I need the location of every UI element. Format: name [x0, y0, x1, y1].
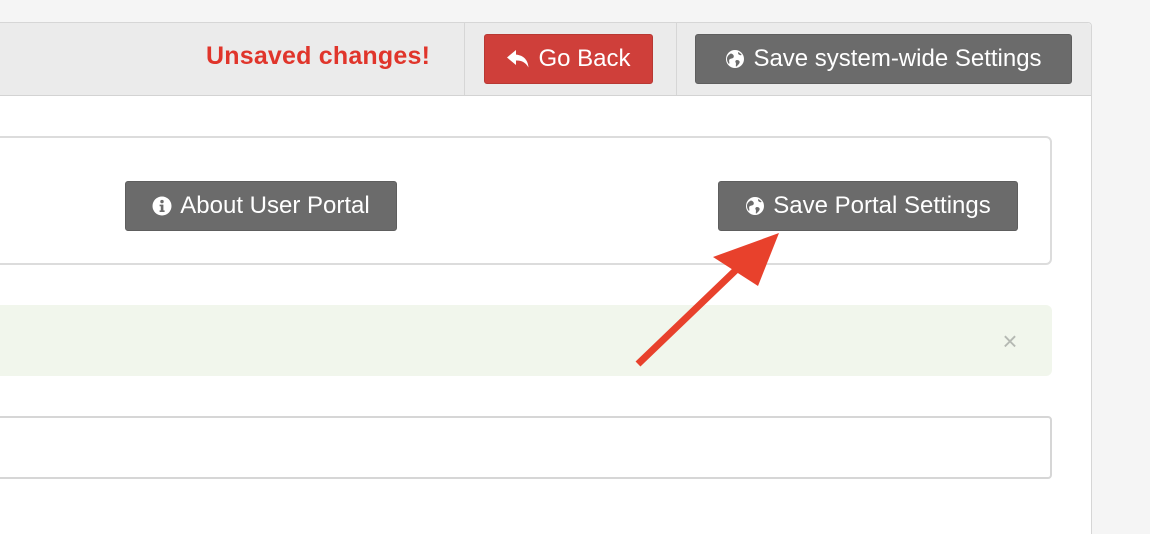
about-user-portal-label: About User Portal: [180, 192, 370, 219]
close-icon[interactable]: ×: [1000, 328, 1020, 354]
toolbar-divider: [676, 23, 677, 95]
text-input-field[interactable]: [0, 416, 1052, 479]
success-alert: [0, 305, 1052, 376]
reply-icon: [506, 48, 530, 70]
globe-icon: [745, 196, 765, 216]
unsaved-changes-status: Unsaved changes!: [206, 42, 431, 70]
save-system-settings-label: Save system-wide Settings: [753, 45, 1042, 72]
go-back-button[interactable]: Go Back: [484, 34, 653, 84]
save-portal-settings-label: Save Portal Settings: [773, 192, 991, 219]
save-system-settings-button[interactable]: Save system-wide Settings: [695, 34, 1072, 84]
toolbar-divider: [464, 23, 465, 95]
globe-icon: [725, 49, 745, 69]
go-back-label: Go Back: [538, 45, 631, 72]
info-circle-icon: [152, 196, 172, 216]
save-portal-settings-button[interactable]: Save Portal Settings: [718, 181, 1018, 231]
screen: Unsaved changes! Go Back Save system-wid…: [0, 0, 1150, 534]
about-user-portal-button[interactable]: About User Portal: [125, 181, 397, 231]
